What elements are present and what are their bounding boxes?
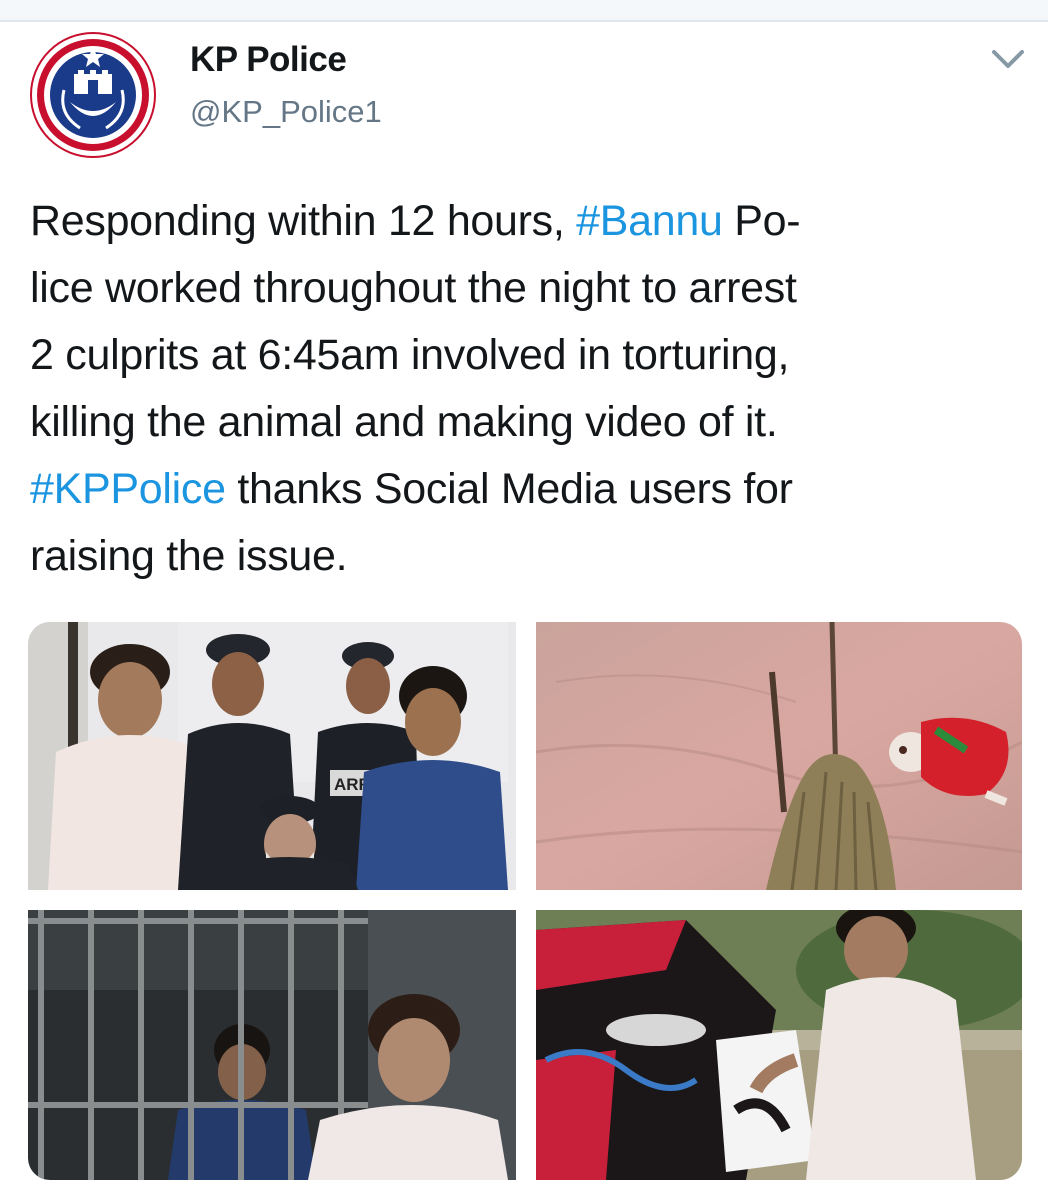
tweet-text-line: lice worked throughout the night to arre… xyxy=(30,255,1020,322)
tweet-text-line: raising the issue. xyxy=(30,523,1020,590)
tweet-text: Responding within 12 hours, #Bannu Po-li… xyxy=(30,188,1020,590)
photo-video-still-animal-in-field[interactable] xyxy=(536,622,1022,890)
tweet-text-line: killing the animal and making video of i… xyxy=(30,389,1020,456)
photo-suspects-behind-bars[interactable] xyxy=(28,910,516,1180)
photo-arrested-suspects-with-police[interactable]: ARR xyxy=(28,622,516,890)
media-grid: ARR xyxy=(28,622,1022,1182)
account-handle[interactable]: @KP_Police1 xyxy=(190,94,382,130)
tweet-text-segment: Responding within 12 hours, xyxy=(30,197,577,245)
hashtag-link[interactable]: #Bannu xyxy=(576,197,723,245)
hashtag-link[interactable]: #KPPolice xyxy=(30,465,226,513)
photo-video-still-man-with-flag[interactable] xyxy=(536,910,1022,1180)
account-display-name[interactable]: KP Police xyxy=(190,40,347,80)
tweet-text-segment: raising the issue. xyxy=(30,532,348,580)
tweet-text-line: 2 culprits at 6:45am involved in torturi… xyxy=(30,322,1020,389)
tweet-text-line: #KPPolice thanks Social Media users for xyxy=(30,456,1020,523)
tweet-text-segment: thanks Social Media users for xyxy=(225,465,793,513)
tweet-text-segment: killing the animal and making video of i… xyxy=(30,398,778,446)
tweet-text-segment: Po- xyxy=(722,197,801,245)
tweet-text-line: Responding within 12 hours, #Bannu Po- xyxy=(30,188,1020,255)
tweet-text-segment: lice worked throughout the night to arre… xyxy=(30,264,797,312)
chevron-down-icon[interactable] xyxy=(988,44,1028,74)
kp-police-badge-icon[interactable] xyxy=(30,32,156,158)
top-divider xyxy=(0,0,1048,22)
tweet-text-segment: 2 culprits at 6:45am involved in torturi… xyxy=(30,331,790,379)
tweet-card[interactable]: KP Police @KP_Police1 Responding within … xyxy=(0,22,1048,1200)
